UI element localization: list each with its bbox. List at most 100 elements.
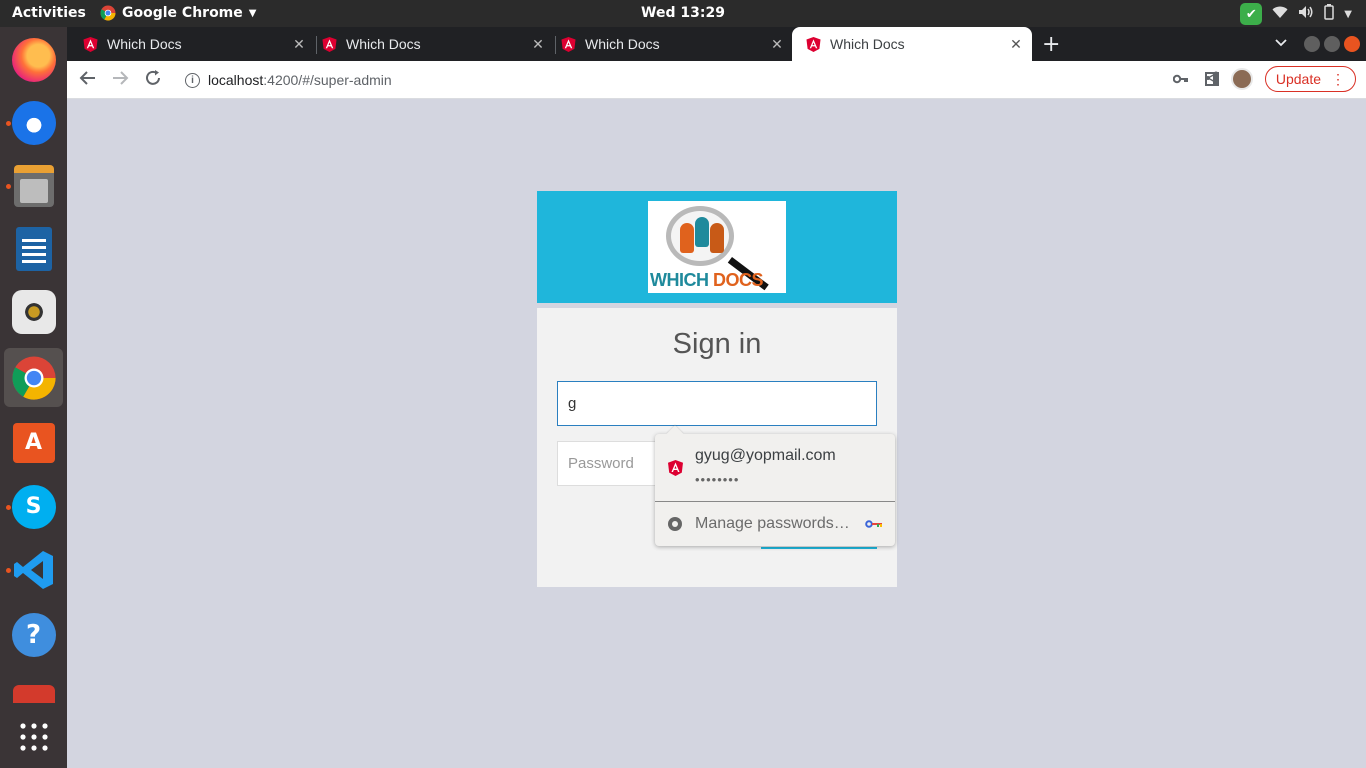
tab-title: Which Docs: [585, 36, 660, 52]
speaker-icon: [11, 289, 56, 334]
tab-search-chevron-icon[interactable]: [1275, 35, 1287, 51]
tab-which-docs-3[interactable]: Which Docs ✕: [561, 27, 793, 61]
app-menu[interactable]: Google Chrome ▼: [100, 5, 256, 21]
tab-strip: Which Docs ✕ Which Docs ✕ Which Docs ✕ W…: [67, 27, 1366, 61]
file-cabinet-icon: [13, 164, 54, 207]
dock-firefox[interactable]: [4, 30, 63, 89]
manage-passwords-item[interactable]: Manage passwords…: [695, 515, 850, 533]
close-icon[interactable]: ✕: [291, 36, 307, 53]
saved-credential-item[interactable]: gyug@yopmail.com ••••••••: [655, 434, 895, 500]
saved-username: gyug@yopmail.com: [695, 447, 836, 464]
chevron-down-icon: ▼: [1344, 8, 1352, 20]
window-controls: [1304, 36, 1360, 52]
update-label: Update: [1275, 71, 1321, 87]
dock-help[interactable]: ?: [4, 605, 63, 664]
arrow-left-icon: [79, 71, 95, 85]
doctor-figure: [680, 223, 694, 253]
app-grid-icon: [19, 722, 48, 751]
reload-icon: [146, 70, 160, 85]
tab-which-docs-active[interactable]: Which Docs ✕: [792, 27, 1032, 61]
system-tray[interactable]: ✔ ▼: [1240, 3, 1352, 25]
close-window-button[interactable]: [1344, 36, 1360, 52]
dock-ubuntu-software[interactable]: A: [4, 413, 63, 472]
angular-icon: [561, 36, 576, 52]
dock-libreoffice-writer[interactable]: [4, 219, 63, 278]
toolbar-right: Update ⋮: [1204, 66, 1356, 92]
logo-text-which: WHICH: [650, 270, 709, 290]
dock-rhythmbox[interactable]: [4, 282, 63, 341]
chrome-icon: [11, 355, 56, 400]
popup-divider: [655, 501, 895, 502]
dock-vscode[interactable]: [4, 540, 63, 599]
which-docs-logo: WHICH DOCS: [648, 201, 786, 293]
address-bar[interactable]: i localhost:4200/#/super-admin: [175, 65, 1260, 95]
dock-google-chrome[interactable]: [4, 348, 63, 407]
chevron-down-icon: ▼: [248, 7, 257, 19]
profile-avatar[interactable]: [1230, 68, 1253, 90]
angular-icon: [668, 460, 683, 476]
drive-icon: [12, 685, 55, 703]
dock-thunderbird[interactable]: [4, 93, 63, 152]
app-menu-label: Google Chrome: [122, 5, 243, 21]
angular-icon: [806, 36, 821, 52]
dock-files[interactable]: [4, 156, 63, 215]
sign-in-button[interactable]: [761, 547, 877, 549]
tab-separator: [316, 36, 317, 54]
tab-which-docs-2[interactable]: Which Docs ✕: [322, 27, 554, 61]
shopping-bag-icon: A: [12, 422, 55, 463]
back-button[interactable]: [79, 69, 97, 92]
logo-text-docs: DOCS: [713, 270, 764, 290]
tab-separator: [555, 36, 556, 54]
show-applications-button[interactable]: [4, 707, 63, 766]
thunderbird-icon: [11, 100, 56, 145]
minimize-button[interactable]: [1304, 36, 1320, 52]
password-key-icon: [865, 520, 883, 531]
tab-title: Which Docs: [107, 36, 182, 52]
angular-icon: [322, 36, 337, 52]
kebab-menu-icon: ⋮: [1331, 70, 1345, 87]
tab-title: Which Docs: [346, 36, 421, 52]
close-icon[interactable]: ✕: [1008, 36, 1024, 53]
document-writer-icon: [15, 226, 52, 271]
forward-button[interactable]: [111, 69, 129, 92]
tab-which-docs-1[interactable]: Which Docs ✕: [83, 27, 315, 61]
tab-title: Which Docs: [830, 36, 905, 52]
email-input[interactable]: [557, 381, 877, 426]
sign-in-heading: Sign in: [672, 328, 762, 360]
doctor-figure: [710, 223, 724, 253]
logo-text: WHICH DOCS: [650, 270, 764, 291]
battery-icon: [1324, 4, 1335, 24]
dock-drive[interactable]: [4, 669, 63, 703]
running-indicator: [6, 184, 11, 189]
url-path: :4200/#/super-admin: [263, 72, 392, 88]
login-card-header: WHICH DOCS: [537, 191, 897, 303]
wifi-icon: [1272, 5, 1288, 23]
arrow-right-icon: [113, 71, 129, 85]
chrome-icon: [668, 517, 682, 531]
vscode-icon: [13, 550, 53, 589]
info-icon[interactable]: i: [185, 72, 200, 88]
key-icon[interactable]: [1172, 71, 1189, 90]
maximize-button[interactable]: [1324, 36, 1340, 52]
skype-icon: S: [11, 484, 56, 529]
doctor-figure: [695, 217, 709, 247]
system-top-bar: Activities Google Chrome ▼ Wed 13:29 ✔ ▼: [0, 0, 1366, 27]
angular-icon: [83, 36, 98, 52]
password-autofill-popup: gyug@yopmail.com •••••••• Manage passwor…: [655, 425, 895, 546]
running-indicator: [6, 568, 11, 573]
browser-toolbar: i localhost:4200/#/super-admin Update ⋮: [67, 61, 1366, 99]
check-shield-icon[interactable]: ✔: [1240, 3, 1263, 25]
side-panel-icon[interactable]: [1204, 72, 1219, 86]
volume-icon: [1298, 5, 1314, 23]
update-button[interactable]: Update ⋮: [1264, 66, 1356, 92]
dock-skype[interactable]: S: [4, 477, 63, 536]
activities-button[interactable]: Activities: [12, 5, 86, 21]
chrome-icon: [100, 5, 116, 21]
close-icon[interactable]: ✕: [769, 36, 785, 53]
reload-button[interactable]: [144, 69, 162, 92]
running-indicator: [6, 121, 11, 126]
new-tab-button[interactable]: +: [1042, 32, 1060, 57]
saved-password-mask: ••••••••: [695, 472, 740, 487]
running-indicator: [6, 505, 11, 510]
close-icon[interactable]: ✕: [530, 36, 546, 53]
